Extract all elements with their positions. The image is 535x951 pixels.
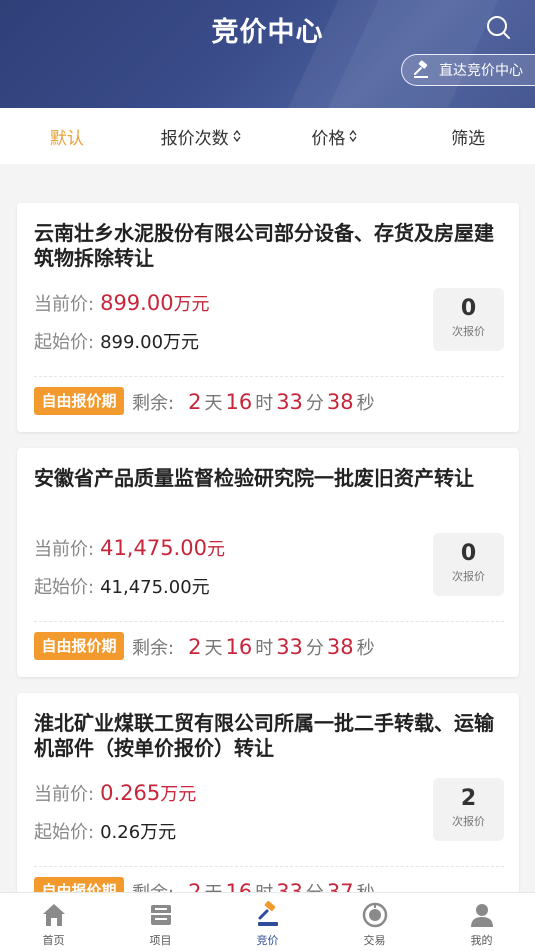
day-label: 天: [204, 638, 223, 659]
filter-screen[interactable]: 筛选: [401, 124, 535, 149]
status-badge: 自由报价期: [34, 632, 124, 660]
bid-count: 0: [460, 541, 477, 566]
filter-bar: 默认 报价次数 价格 筛选: [0, 108, 535, 164]
start-price-label: 起始价:: [34, 577, 95, 598]
start-price-value: 0.26万元: [100, 822, 177, 843]
auction-title: 云南壮乡水泥股份有限公司部分设备、存货及房屋建筑物拆除转让: [34, 221, 494, 270]
start-price-value: 899.00万元: [100, 332, 200, 353]
direct-auction-label: 直达竞价中心: [439, 63, 523, 79]
sort-arrows-icon: [349, 130, 357, 142]
hour-label: 时: [255, 393, 274, 414]
countdown: 剩余: 2 天 16 时 33 分 38 秒: [132, 389, 375, 415]
start-price-row: 起始价: 0.26万元: [34, 818, 176, 844]
minute-label: 分: [305, 393, 324, 414]
bid-count-label: 次报价: [452, 570, 485, 583]
filter-bid-count[interactable]: 报价次数: [134, 124, 268, 149]
divider: [34, 376, 504, 377]
current-price-value: 899.00: [100, 291, 174, 315]
current-price-unit: 万元: [160, 784, 197, 805]
nav-label-auction: 竞价: [256, 934, 279, 947]
search-icon[interactable]: [485, 14, 513, 42]
filter-price-label: 价格: [311, 128, 346, 149]
auction-card[interactable]: 淮北矿业煤联工贸有限公司所属一批二手转载、运输机部件（按单价报价）转让 当前价:…: [17, 693, 519, 922]
current-price-unit: 元: [206, 539, 225, 560]
divider: [34, 866, 504, 867]
day-label: 天: [204, 393, 223, 414]
remaining-label: 剩余:: [132, 638, 175, 659]
current-price-row: 当前价: 899.00 万元: [34, 290, 210, 316]
countdown-hours: 16: [225, 390, 253, 414]
bid-count-label: 次报价: [452, 325, 485, 338]
current-price-row: 当前价: 41,475.00 元: [34, 535, 225, 561]
bid-count: 2: [460, 786, 477, 811]
filter-price[interactable]: 价格: [268, 124, 402, 149]
nav-label-home: 首页: [42, 934, 65, 947]
current-price-row: 当前价: 0.265 万元: [34, 780, 196, 806]
countdown-minutes: 33: [276, 390, 303, 414]
filter-default[interactable]: 默认: [0, 124, 134, 149]
start-price-label: 起始价:: [34, 822, 95, 843]
countdown-days: 2: [188, 390, 202, 414]
start-price-value: 41,475.00元: [100, 577, 210, 598]
minute-label: 分: [305, 638, 324, 659]
second-label: 秒: [356, 638, 375, 659]
start-price-label: 起始价:: [34, 332, 95, 353]
sort-arrows-icon: [233, 130, 241, 142]
nav-item-home[interactable]: 首页: [0, 893, 107, 951]
nav-label-trade: 交易: [363, 934, 386, 947]
nav-item-me[interactable]: 我的: [428, 893, 535, 951]
countdown-days: 2: [188, 635, 202, 659]
hour-label: 时: [255, 638, 274, 659]
current-price-label: 当前价:: [34, 539, 95, 560]
bid-count-box: 2 次报价: [433, 778, 504, 841]
gavel-icon: [414, 60, 428, 78]
bid-count: 0: [460, 296, 477, 321]
auction-icon: [257, 901, 278, 926]
countdown-seconds: 38: [326, 635, 354, 659]
bottom-nav: 首页 项目 竞价 交易 我的: [0, 892, 535, 951]
nav-label-project: 项目: [149, 934, 172, 947]
divider: [34, 621, 504, 622]
current-price-label: 当前价:: [34, 784, 95, 805]
bid-count-box: 0 次报价: [433, 288, 504, 351]
remaining-label: 剩余:: [132, 393, 175, 414]
nav-item-trade[interactable]: 交易: [321, 893, 428, 951]
countdown-minutes: 33: [276, 635, 303, 659]
page-header: 竞价中心 直达竞价中心: [0, 0, 535, 108]
filter-default-label: 默认: [49, 128, 84, 149]
countdown-hours: 16: [225, 635, 253, 659]
auction-card[interactable]: 云南壮乡水泥股份有限公司部分设备、存货及房屋建筑物拆除转让 当前价: 899.0…: [17, 203, 519, 432]
nav-item-auction[interactable]: 竞价: [214, 893, 321, 951]
auction-title: 淮北矿业煤联工贸有限公司所属一批二手转载、运输机部件（按单价报价）转让: [34, 711, 494, 760]
trade-icon: [362, 902, 387, 928]
start-price-row: 起始价: 899.00万元: [34, 328, 199, 354]
auction-card[interactable]: 安徽省产品质量监督检验研究院一批废旧资产转让 当前价: 41,475.00 元 …: [17, 448, 519, 677]
nav-item-project[interactable]: 项目: [107, 893, 214, 951]
nav-label-me: 我的: [470, 934, 493, 947]
page-title: 竞价中心: [211, 17, 324, 48]
current-price-unit: 万元: [173, 294, 210, 315]
current-price-value: 0.265: [100, 781, 161, 805]
bid-count-label: 次报价: [452, 815, 485, 828]
user-icon: [470, 904, 493, 927]
start-price-row: 起始价: 41,475.00元: [34, 573, 210, 599]
countdown: 剩余: 2 天 16 时 33 分 38 秒: [132, 634, 375, 660]
bid-count-box: 0 次报价: [433, 533, 504, 596]
direct-auction-button[interactable]: 直达竞价中心: [401, 54, 535, 86]
filter-bid-count-label: 报价次数: [160, 128, 229, 149]
filter-screen-label: 筛选: [451, 128, 486, 149]
second-label: 秒: [356, 393, 375, 414]
status-badge: 自由报价期: [34, 387, 124, 415]
current-price-value: 41,475.00: [100, 536, 207, 560]
home-icon: [42, 904, 65, 926]
current-price-label: 当前价:: [34, 294, 95, 315]
project-icon: [150, 905, 171, 925]
countdown-seconds: 38: [326, 390, 354, 414]
auction-title: 安徽省产品质量监督检验研究院一批废旧资产转让: [34, 466, 474, 490]
